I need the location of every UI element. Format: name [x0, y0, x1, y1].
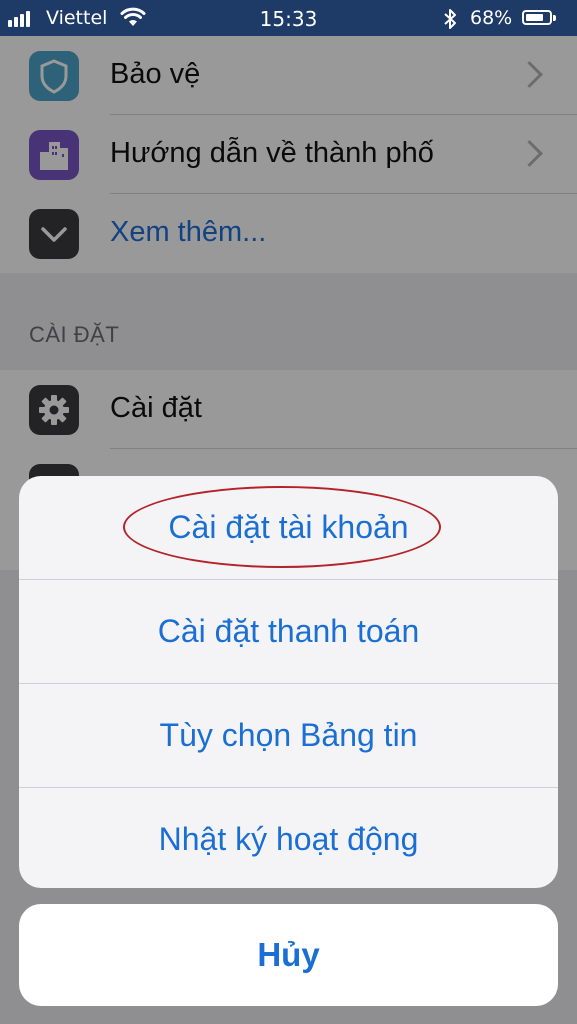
- option-label: Nhật ký hoạt động: [158, 821, 419, 857]
- payment-settings-option[interactable]: Cài đặt thanh toán: [19, 580, 558, 684]
- status-bar: Viettel 15:33 68%: [0, 0, 577, 36]
- bluetooth-icon: [444, 9, 456, 29]
- battery-percent: 68%: [470, 7, 513, 29]
- activity-log-option[interactable]: Nhật ký hoạt động: [19, 788, 558, 888]
- cancel-button[interactable]: Hủy: [19, 904, 558, 1006]
- news-feed-preferences-option[interactable]: Tùy chọn Bảng tin: [19, 684, 558, 788]
- action-sheet: Cài đặt tài khoản Cài đặt thanh toán Tùy…: [19, 476, 558, 888]
- battery-icon: [522, 10, 556, 25]
- option-label: Tùy chọn Bảng tin: [159, 717, 418, 753]
- highlight-ellipse: [123, 486, 441, 568]
- account-settings-option[interactable]: Cài đặt tài khoản: [19, 476, 558, 580]
- option-label: Cài đặt thanh toán: [157, 613, 420, 649]
